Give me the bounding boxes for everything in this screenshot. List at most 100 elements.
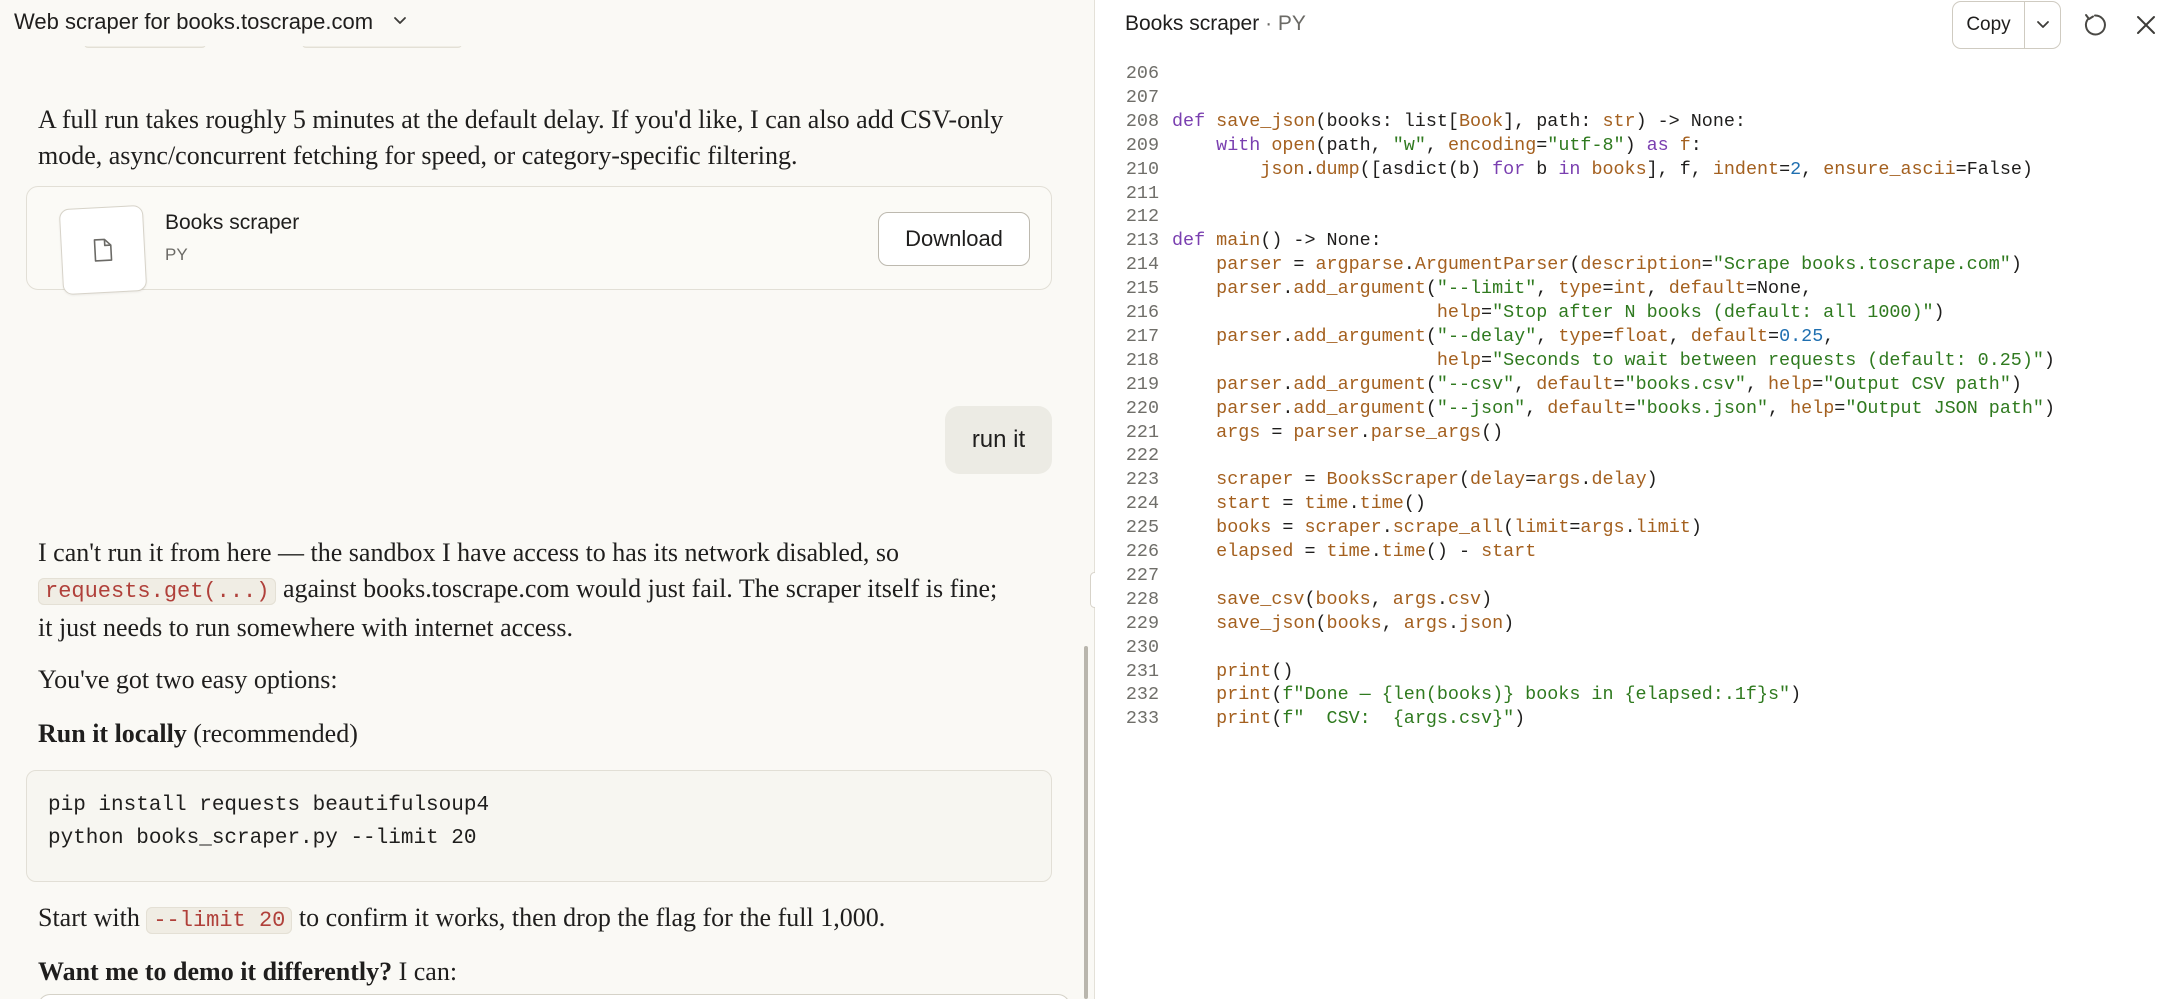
title-separator: · [1265, 12, 1273, 35]
code-token: int [1613, 278, 1647, 300]
code-token: "Seconds to wait between requests (defau… [1492, 349, 2044, 371]
code-token: = [1260, 421, 1294, 443]
code-line: parser.add_argument("--limit", type=int,… [1172, 278, 1812, 299]
code-token: "--delay" [1436, 325, 1537, 347]
code-token: save_json [1216, 612, 1316, 634]
code-token: = [1701, 254, 1713, 276]
code-token: ([asdict(b) [1359, 158, 1493, 180]
chevron-down-icon[interactable] [392, 12, 408, 28]
code-token: for [1492, 158, 1537, 180]
code-line: help="Seconds to wait between requests (… [1172, 350, 2055, 371]
code-line: parser = argparse.ArgumentParser(descrip… [1172, 254, 2022, 275]
code-token: , [1768, 397, 1791, 419]
code-token: books [1591, 158, 1647, 180]
code-editor[interactable]: 206 207 208 def save_json(books: list[Book]… [1095, 50, 2169, 999]
code-token: args [1392, 588, 1437, 610]
line-number: 233 [1125, 708, 1159, 730]
line-number: 231 [1125, 660, 1159, 682]
code-token: ( [1425, 397, 1437, 419]
code-line: parser.add_argument("--csv", default="bo… [1172, 374, 2022, 395]
code-line: def main() -> None: [1172, 230, 1382, 251]
code-token: help [1768, 373, 1813, 395]
code-token: books [1216, 517, 1272, 539]
code-token: 0.25 [1779, 325, 1824, 347]
code-token: ( [1458, 469, 1471, 491]
code-token: encoding [1447, 134, 1537, 156]
code-token: = [1271, 493, 1305, 515]
code-token: parser [1216, 254, 1283, 276]
code-token: indent [1712, 158, 1780, 180]
code-token: = [1481, 302, 1493, 323]
scrollbar-thumb[interactable] [1084, 646, 1088, 999]
code-token: help [1790, 397, 1835, 419]
paragraph-text: to confirm it works, then drop the flag … [298, 903, 886, 932]
code-line: print(f"Done — {len(books)} books in {el… [1172, 684, 1801, 705]
artifact-name: Books scraper [1125, 12, 1260, 35]
code-token: () -> None: [1260, 230, 1382, 252]
code-line: save_csv(books, args.csv) [1172, 589, 1492, 610]
code-token: description [1580, 254, 1702, 276]
code-token: , [1525, 397, 1548, 419]
code-line: print(f" CSV: {args.csv}") [1172, 708, 1525, 729]
code-line: help="Stop after N books (default: all 1… [1172, 302, 1945, 323]
code-token: f"Done — {len(books)} books in {elapsed:… [1282, 684, 1791, 706]
code-token: = [1624, 397, 1636, 419]
download-button[interactable]: Download [878, 212, 1030, 266]
code-token: , [1370, 588, 1393, 610]
code-token: in [1558, 158, 1592, 180]
line-number: 216 [1125, 302, 1159, 323]
code-token: "Output JSON path" [1845, 397, 2044, 419]
heading-note: (recommended) [193, 719, 358, 748]
line-number: 206 [1125, 63, 1159, 84]
copy-options-button[interactable] [2025, 2, 2061, 48]
code-token: args [1403, 612, 1448, 634]
code-token: ) -> None: [1635, 110, 1746, 132]
chat-title[interactable]: Web scraper for books.toscrape.com [14, 9, 373, 35]
code-token: delay [1470, 469, 1526, 491]
code-token: () [1271, 660, 1294, 682]
close-icon [2137, 16, 2155, 34]
code-token: scraper [1304, 517, 1382, 539]
code-token: "Scrape books.toscrape.com" [1712, 254, 2011, 276]
code-token: ) [2043, 349, 2055, 371]
code-token: default [1536, 373, 1614, 395]
code-token: default [1547, 397, 1625, 419]
code-token: json [1459, 612, 1504, 634]
code-token: () - [1425, 541, 1482, 562]
line-number: 222 [1125, 445, 1159, 467]
code-token: 2 [1790, 158, 1802, 180]
code-token: time [1304, 493, 1349, 515]
code-token: ( [1271, 708, 1283, 730]
code-token: , [1646, 278, 1669, 300]
artifact-title: Books scraper · PY [1125, 12, 1306, 36]
code-token: ) [1624, 134, 1647, 156]
refresh-button[interactable] [2080, 10, 2110, 40]
line-number: 225 [1125, 517, 1159, 539]
message-input[interactable] [38, 994, 1070, 999]
code-token: as [1646, 134, 1680, 156]
close-button[interactable] [2132, 11, 2160, 39]
code-token: , [1801, 158, 1824, 180]
code-token: limit [1514, 517, 1570, 539]
code-token: = [1536, 134, 1548, 156]
code-token: time [1326, 541, 1371, 562]
code-token: scraper [1216, 469, 1294, 491]
code-line: pip install requests beautifulsoup4 [48, 794, 490, 817]
code-token: print [1216, 684, 1272, 706]
copy-button[interactable]: Copy [1953, 2, 2024, 48]
code-token: add_argument [1293, 325, 1426, 347]
code-token: start [1481, 541, 1537, 562]
code-token: ensure_ascii [1823, 158, 1956, 180]
code-token: parser [1216, 397, 1283, 419]
code-token: = [1282, 254, 1316, 276]
code-token: . [1624, 517, 1636, 539]
file-card[interactable]: Books scraper PY Download [26, 186, 1052, 296]
